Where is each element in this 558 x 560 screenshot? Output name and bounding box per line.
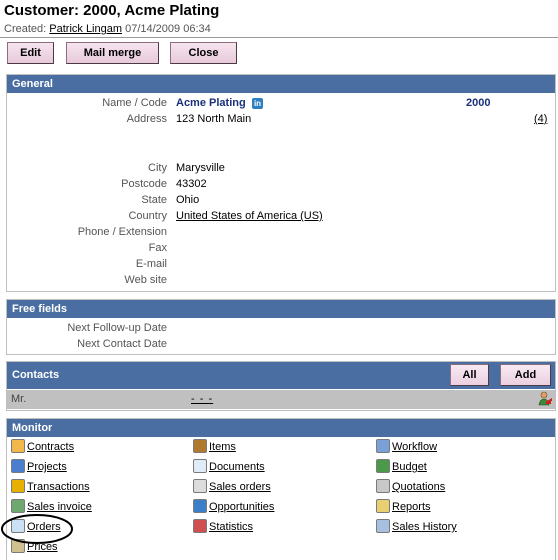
edit-button[interactable]: Edit <box>7 42 54 64</box>
monitor-link-sales-orders[interactable]: Sales orders <box>209 481 271 493</box>
customer-code: 2000 <box>466 97 491 109</box>
country-label: Country <box>128 210 167 222</box>
contact-name-link[interactable]: - - - <box>191 390 213 409</box>
website-label: Web site <box>124 274 167 286</box>
monitor-link-workflow[interactable]: Workflow <box>392 441 437 453</box>
contact-person-icon[interactable] <box>537 391 553 414</box>
address-label: Address <box>126 113 167 125</box>
contacts-all-button[interactable]: All <box>450 364 489 386</box>
address-row: Address 123 North Main (4) <box>7 112 555 127</box>
created-info: Created: Patrick Lingam 07/14/2009 06:34 <box>4 23 211 35</box>
free-fields-panel: Free fields Next Follow-up Date Next Con… <box>6 299 556 355</box>
header-divider <box>0 37 558 38</box>
state-value: Ohio <box>176 194 200 206</box>
monitor-link-contracts[interactable]: Contracts <box>27 441 74 453</box>
close-button[interactable]: Close <box>170 42 237 64</box>
opportunities-icon[interactable] <box>193 499 207 513</box>
name-row: Name / Code Acme Plating in 2000 <box>7 96 555 111</box>
monitor-item-contracts[interactable]: Contracts <box>11 439 74 455</box>
general-panel: General Name / Code Acme Plating in 2000… <box>6 74 556 292</box>
statistics-icon[interactable] <box>193 519 207 533</box>
contacts-header: Contacts All Add <box>7 362 555 389</box>
monitor-item-budget[interactable]: Budget <box>376 459 427 475</box>
postcode-label: Postcode <box>121 178 167 190</box>
monitor-item-sales-orders[interactable]: Sales orders <box>193 479 271 495</box>
sales-invoice-icon[interactable] <box>11 499 25 513</box>
workflow-icon[interactable] <box>376 439 390 453</box>
state-label: State <box>141 194 167 206</box>
monitor-heading: Monitor <box>7 419 555 437</box>
free-fields-heading: Free fields <box>7 300 555 318</box>
monitor-item-statistics[interactable]: Statistics <box>193 519 253 535</box>
documents-icon[interactable] <box>193 459 207 473</box>
monitor-item-transactions[interactable]: Transactions <box>11 479 90 495</box>
monitor-item-documents[interactable]: Documents <box>193 459 265 475</box>
monitor-link-transactions[interactable]: Transactions <box>27 481 90 493</box>
followup-label: Next Follow-up Date <box>67 322 167 334</box>
items-icon[interactable] <box>193 439 207 453</box>
monitor-link-budget[interactable]: Budget <box>392 461 427 473</box>
next-contact-label: Next Contact Date <box>77 338 167 350</box>
contacts-add-button[interactable]: Add <box>500 364 551 386</box>
monitor-item-workflow[interactable]: Workflow <box>376 439 437 455</box>
city-label: City <box>148 162 167 174</box>
monitor-item-opportunities[interactable]: Opportunities <box>193 499 274 515</box>
postcode-value: 43302 <box>176 178 207 190</box>
reports-icon[interactable] <box>376 499 390 513</box>
monitor-link-opportunities[interactable]: Opportunities <box>209 501 274 513</box>
monitor-link-items[interactable]: Items <box>209 441 236 453</box>
orders-highlight-ellipse <box>1 514 73 544</box>
page-title: Customer: 2000, Acme Plating <box>4 2 220 19</box>
quotations-icon[interactable] <box>376 479 390 493</box>
monitor-item-quotations[interactable]: Quotations <box>376 479 445 495</box>
monitor-item-items[interactable]: Items <box>193 439 236 455</box>
created-by-link[interactable]: Patrick Lingam <box>49 23 122 35</box>
phone-label: Phone / Extension <box>77 226 167 238</box>
sales-history-icon[interactable] <box>376 519 390 533</box>
contracts-icon[interactable] <box>11 439 25 453</box>
monitor-panel: Monitor Contracts Projects Transactions Sal… <box>6 418 556 560</box>
email-label: E-mail <box>135 258 167 270</box>
monitor-link-documents[interactable]: Documents <box>209 461 265 473</box>
fax-label: Fax <box>148 242 167 254</box>
monitor-item-projects[interactable]: Projects <box>11 459 67 475</box>
monitor-link-statistics[interactable]: Statistics <box>209 521 253 533</box>
general-heading: General <box>7 75 555 93</box>
sales-orders-icon[interactable] <box>193 479 207 493</box>
monitor-item-sales-history[interactable]: Sales History <box>376 519 457 535</box>
linkedin-icon[interactable]: in <box>252 98 263 109</box>
contact-title: Mr. <box>11 393 27 405</box>
mail-merge-button[interactable]: Mail merge <box>66 42 159 64</box>
monitor-links: Contracts Projects Transactions Sales invoi… <box>7 437 555 557</box>
contacts-panel: Contacts All Add Mr. - - - <box>6 361 556 411</box>
monitor-link-reports[interactable]: Reports <box>392 501 431 513</box>
monitor-link-quotations[interactable]: Quotations <box>392 481 445 493</box>
address-value: 123 North Main <box>176 113 252 125</box>
city-value: Marysville <box>176 162 225 174</box>
name-label: Name / Code <box>102 97 167 109</box>
created-timestamp: 07/14/2009 06:34 <box>125 23 211 35</box>
budget-icon[interactable] <box>376 459 390 473</box>
address-count-link[interactable]: (4) <box>534 112 547 127</box>
customer-name: Acme Plating <box>176 97 246 109</box>
monitor-link-projects[interactable]: Projects <box>27 461 67 473</box>
transactions-icon[interactable] <box>11 479 25 493</box>
monitor-link-sales-history[interactable]: Sales History <box>392 521 457 533</box>
created-label: Created: <box>4 23 47 35</box>
contact-row[interactable]: Mr. - - - <box>7 390 555 409</box>
monitor-item-reports[interactable]: Reports <box>376 499 431 515</box>
contacts-heading: Contacts <box>12 369 60 381</box>
country-link[interactable]: United States of America (US) <box>176 209 323 224</box>
projects-icon[interactable] <box>11 459 25 473</box>
